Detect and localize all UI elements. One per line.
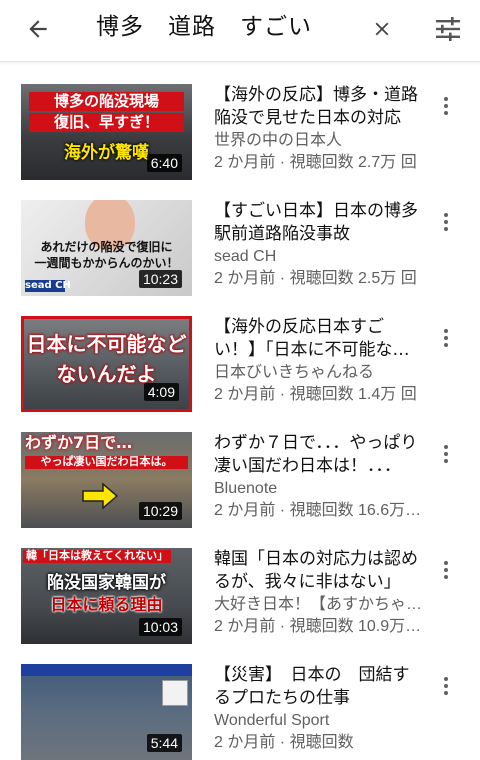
video-title[interactable]: 韓国「日本の対応力は認めるが、我々に非はない」	[214, 548, 424, 594]
channel-name: 日本びいきちゃんねる	[214, 364, 375, 381]
more-vert-icon[interactable]	[436, 210, 456, 234]
thumbnail-caption: 日本に不可能など	[26, 332, 187, 356]
channel-name: 世界の中の日本人	[214, 132, 343, 149]
video-title[interactable]: 【海外の反応】博多・道路陥没で見せた日本の対応	[214, 84, 424, 130]
more-vert-icon[interactable]	[436, 674, 456, 698]
thumbnail-caption: 海外が驚嘆	[64, 143, 149, 163]
video-duration: 10:03	[138, 618, 182, 636]
channel-watermark: sead CH	[25, 280, 71, 292]
video-thumbnail[interactable]: 博多の陥没現場 復旧、早すぎ！ 海外が驚嘆 6:40	[21, 84, 192, 180]
video-thumbnail[interactable]: 5:44	[21, 664, 192, 760]
video-stats: 2 か月前 · 視聴回数	[214, 734, 354, 751]
thumbnail-caption: 一週間もかからんのかい！	[34, 256, 179, 270]
video-duration: 10:23	[138, 270, 182, 288]
video-stats: 2 か月前 · 視聴回数 1.4万 回	[214, 386, 417, 403]
thumbnail-caption: わずか7日で…	[25, 433, 133, 452]
channel-name: Bluenote	[214, 480, 278, 497]
video-thumbnail[interactable]: わずか7日で… やっぱ凄い国だわ日本は。 10:29	[21, 432, 192, 528]
video-duration: 5:44	[146, 734, 182, 752]
video-thumbnail[interactable]: 日本に不可能など ないんだよ 4:09	[21, 316, 192, 412]
video-duration: 10:29	[138, 502, 182, 520]
thumbnail-banner	[21, 664, 192, 676]
video-stats: 2 か月前 · 視聴回数 2.7万 回	[214, 154, 417, 171]
more-vert-icon[interactable]	[436, 94, 456, 118]
video-result[interactable]: 5:44 【災害】 日本の 団結するプロたちの仕事 Wonderful Spor…	[0, 642, 480, 760]
video-result[interactable]: 日本に不可能など ないんだよ 4:09 【海外の反応日本すごい！】「日本に不可能…	[0, 294, 480, 412]
thumbnail-caption: 博多の陥没現場	[29, 92, 184, 112]
thumbnail-caption: 日本に頼る理由	[50, 595, 163, 614]
more-vert-icon[interactable]	[436, 326, 456, 350]
arrow-left-icon	[29, 20, 47, 38]
video-thumbnail[interactable]: あれだけの陥没で復旧に 一週間もかからんのかい！ sead CH 10:23	[21, 200, 192, 296]
more-vert-icon[interactable]	[436, 558, 456, 582]
thumbnail-caption: あれだけの陥没で復旧に	[40, 240, 173, 254]
video-thumbnail[interactable]: 韓「日本は教えてくれない」 陥没国家韓国が 日本に頼る理由 10:03	[21, 548, 192, 644]
thumbnail-caption: 陥没国家韓国が	[47, 573, 166, 593]
video-result[interactable]: 韓「日本は教えてくれない」 陥没国家韓国が 日本に頼る理由 10:03 韓国「日…	[0, 526, 480, 644]
channel-name: Wonderful Sport	[214, 712, 330, 729]
filter-button[interactable]	[428, 11, 468, 47]
close-icon	[375, 22, 389, 36]
video-title[interactable]: 【災害】 日本の 団結するプロたちの仕事	[214, 664, 424, 710]
thumbnail-caption: 復旧、早すぎ！	[29, 113, 184, 133]
channel-name: 大好き日本！【あすかちゃんねる】	[214, 596, 424, 613]
video-stats: 2 か月前 · 視聴回数 16.6万 回	[214, 502, 424, 519]
video-title[interactable]: 【海外の反応日本すごい！】「日本に不可能などない」	[214, 316, 424, 362]
video-duration: 6:40	[146, 154, 182, 172]
video-result[interactable]: わずか7日で… やっぱ凄い国だわ日本は。 10:29 わずか７日で．．．やっぱり…	[0, 410, 480, 528]
clear-search-button[interactable]	[364, 11, 400, 47]
thumbnail-caption: やっぱ凄い国だわ日本は。	[25, 455, 188, 469]
thumbnail-caption: 韓「日本は教えてくれない」	[23, 549, 172, 563]
video-title[interactable]: わずか７日で．．．やっぱり凄い国だわ日本は！．．．	[214, 432, 424, 478]
video-stats: 2 か月前 · 視聴回数 2.5万 回	[214, 270, 417, 287]
video-duration: 4:09	[143, 383, 179, 401]
arrow-right-icon	[82, 482, 119, 510]
video-result[interactable]: あれだけの陥没で復旧に 一週間もかからんのかい！ sead CH 10:23 【…	[0, 178, 480, 296]
search-header: 博多 道路 すごい	[0, 0, 480, 62]
sliders-icon	[436, 17, 460, 41]
person-image	[162, 680, 188, 706]
more-vert-icon[interactable]	[436, 442, 456, 466]
channel-name: sead CH	[214, 248, 277, 265]
video-title[interactable]: 【すごい日本】日本の博多駅前道路陥没事故	[214, 200, 424, 246]
search-query[interactable]: 博多 道路 すごい	[96, 10, 312, 44]
back-button[interactable]	[20, 11, 56, 47]
video-result[interactable]: 博多の陥没現場 復旧、早すぎ！ 海外が驚嘆 6:40 【海外の反応】博多・道路陥…	[0, 62, 480, 180]
video-stats: 2 か月前 · 視聴回数 10.9万 回	[214, 618, 424, 635]
